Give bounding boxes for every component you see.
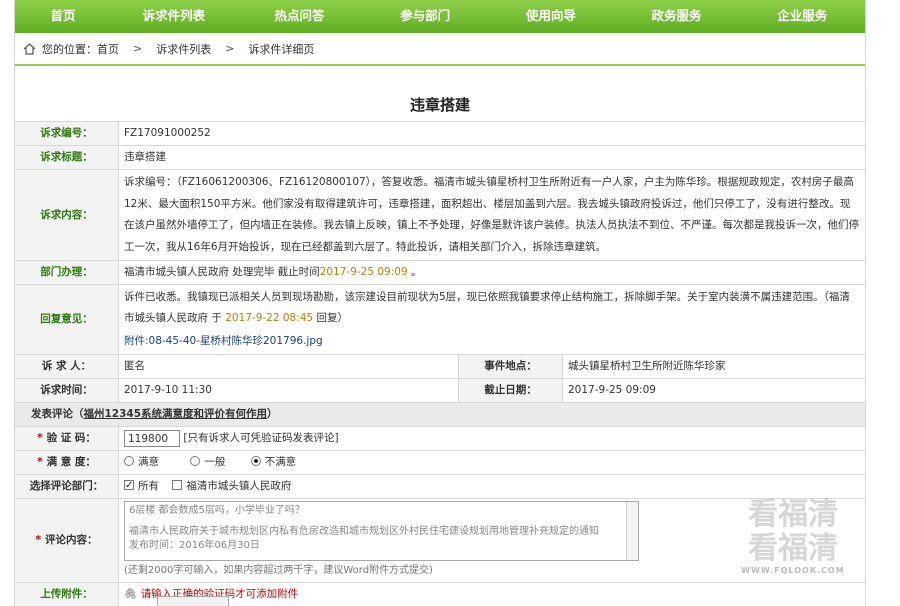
nav-enterprise-services[interactable]: 企业服务 (739, 0, 865, 33)
person-value: 匿名 (118, 354, 459, 379)
reply-label: 回复意见： (14, 284, 119, 355)
comment-help-link[interactable]: 福州12345系统满意度和评价有何作用 (84, 408, 268, 420)
watermark-url: WWW.FQLOOK.COM (741, 566, 845, 575)
textarea-line (129, 518, 634, 525)
checkbox-dept[interactable] (172, 480, 183, 490)
attachment-link[interactable]: 附件:08-45-40-星桥村陈华珍201796.jpg (124, 331, 860, 352)
breadcrumb-current: 诉求件详细页 (248, 42, 315, 56)
place-value: 城头镇星桥村卫生所附近陈华珍家 (562, 354, 866, 379)
required-mark: * (35, 534, 42, 546)
radio-unsatisfied-label: 不满意 (264, 456, 297, 468)
deadline-label: 截止日期： (458, 378, 563, 403)
dept-deadline: 2017-9-25 09:09 (319, 266, 408, 278)
comment-section-suffix: ） (267, 408, 278, 420)
watermark-line2: 看福清 (748, 531, 838, 566)
dept-cell: 福清市城头镇人民政府 处理完毕 截止时间2017-9-25 09:09 。 (118, 260, 866, 285)
id-value: FZ17091000252 (118, 121, 866, 146)
person-label: 诉 求 人： (14, 354, 119, 379)
satisfaction-label-cell: * 满 意 度： (14, 450, 119, 475)
checkbox-all-label: 所有 (138, 480, 159, 492)
subject-value: 违章搭建 (118, 145, 866, 170)
textarea-line: 6层楼 都会数成5层吗，小学毕业了吗？ (129, 505, 305, 516)
place-label: 事件地点： (458, 354, 563, 379)
comment-dept-cell: 所有 福清市城头镇人民政府 (118, 474, 866, 499)
top-nav: 首页 诉求件列表 热点问答 参与部门 使用向导 政务服务 企业服务 (15, 0, 865, 33)
verification-code-input[interactable]: 119800 (124, 429, 180, 447)
radio-neutral[interactable] (190, 456, 201, 466)
breadcrumb-prefix: 您的位置： (42, 42, 97, 56)
time-label: 诉求时间： (14, 378, 119, 403)
required-mark: * (37, 456, 43, 468)
watermark-logo: 看福清 看福清 WWW.FQLOOK.COM (708, 498, 878, 578)
watermark-line1: 看福清 (748, 497, 838, 532)
reply-time: 2017-9-22 08:45 (225, 312, 314, 324)
page-title: 违章搭建 (409, 96, 470, 114)
radio-unsatisfied[interactable] (250, 456, 261, 466)
id-label: 诉求编号： (14, 121, 119, 146)
code-hint: [只有诉求人可凭验证码发表评论] (183, 432, 339, 444)
nav-appeal-list[interactable]: 诉求件列表 (111, 0, 237, 33)
textarea-line: 发布时间：2016年06月30日 (129, 540, 260, 551)
attach-label: 上传附件： (14, 582, 119, 606)
textarea-scrollbar[interactable] (626, 502, 638, 560)
nav-departments[interactable]: 参与部门 (362, 0, 488, 33)
submit-button[interactable] (157, 596, 229, 606)
breadcrumb-list[interactable]: 诉求件列表 (156, 41, 211, 57)
reply-cell: 诉件已收悉。我镇现已派相关人员到现场勘勘，该宗建设目前现状为5层，现已依照我镇要… (118, 284, 866, 355)
deadline-value: 2017-9-25 09:09 (562, 378, 866, 403)
dept-text: 福清市城头镇人民政府 处理完毕 截止时间 (124, 266, 320, 278)
subject-label: 诉求标题： (14, 145, 119, 170)
code-cell: 119800 [只有诉求人可凭验证码发表评论] (118, 426, 866, 451)
comment-dept-label: 选择评论部门： (14, 474, 119, 499)
comment-section-prefix: 发表评论（ (31, 408, 84, 420)
dept-end: 。 (407, 266, 422, 278)
breadcrumb: 您的位置： 首页 > 诉求件列表 > 诉求件详细页 (15, 33, 865, 66)
radio-neutral-label: 一般 (204, 456, 226, 468)
comment-content-label: 评论内容： (45, 534, 98, 546)
code-label-cell: * 验 证 码： (14, 426, 119, 451)
content-value: 诉求编号：（FZ16061200306、FZ16120800107），答复收悉。… (118, 169, 866, 261)
radio-satisfied[interactable] (124, 456, 134, 466)
nav-home[interactable]: 首页 (15, 0, 111, 33)
checkbox-dept-label: 福清市城头镇人民政府 (186, 480, 292, 492)
nav-hot-qa[interactable]: 热点问答 (237, 0, 363, 33)
nav-guide[interactable]: 使用向导 (488, 0, 614, 33)
home-icon (23, 42, 36, 55)
breadcrumb-separator: > (133, 42, 143, 55)
required-mark: * (37, 432, 43, 444)
breadcrumb-home[interactable]: 首页 (97, 41, 119, 57)
satisfaction-label: 满 意 度： (46, 456, 96, 468)
dept-label: 部门办理： (14, 260, 119, 285)
code-label: 验 证 码： (46, 432, 96, 444)
comment-content-label-cell: * 评论内容： (14, 498, 119, 583)
radio-satisfied-label: 满意 (138, 456, 159, 468)
textarea-line: 福清市人民政府关于城市规划区内私有危房改造和城市规划区外村民住宅建设规划用地管理… (129, 526, 599, 537)
content-label: 诉求内容： (14, 169, 119, 261)
time-value: 2017-9-10 11:30 (118, 378, 459, 403)
comment-textarea[interactable]: 6层楼 都会数成5层吗，小学毕业了吗？ 福清市人民政府关于城市规划区内私有危房改… (124, 501, 639, 561)
reply-end: 回复） (313, 312, 348, 324)
attach-cell: 🖇 请输入正确的验证码才可添加附件 (118, 582, 866, 606)
satisfaction-cell: 满意 一般 不满意 (118, 450, 866, 475)
comment-section-header: 发表评论（福州12345系统满意度和评价有何作用） (14, 402, 866, 427)
breadcrumb-separator: > (225, 42, 235, 55)
checkbox-all[interactable] (124, 476, 134, 495)
paperclip-icon: 🖇 (124, 588, 138, 600)
nav-gov-services[interactable]: 政务服务 (614, 0, 740, 33)
